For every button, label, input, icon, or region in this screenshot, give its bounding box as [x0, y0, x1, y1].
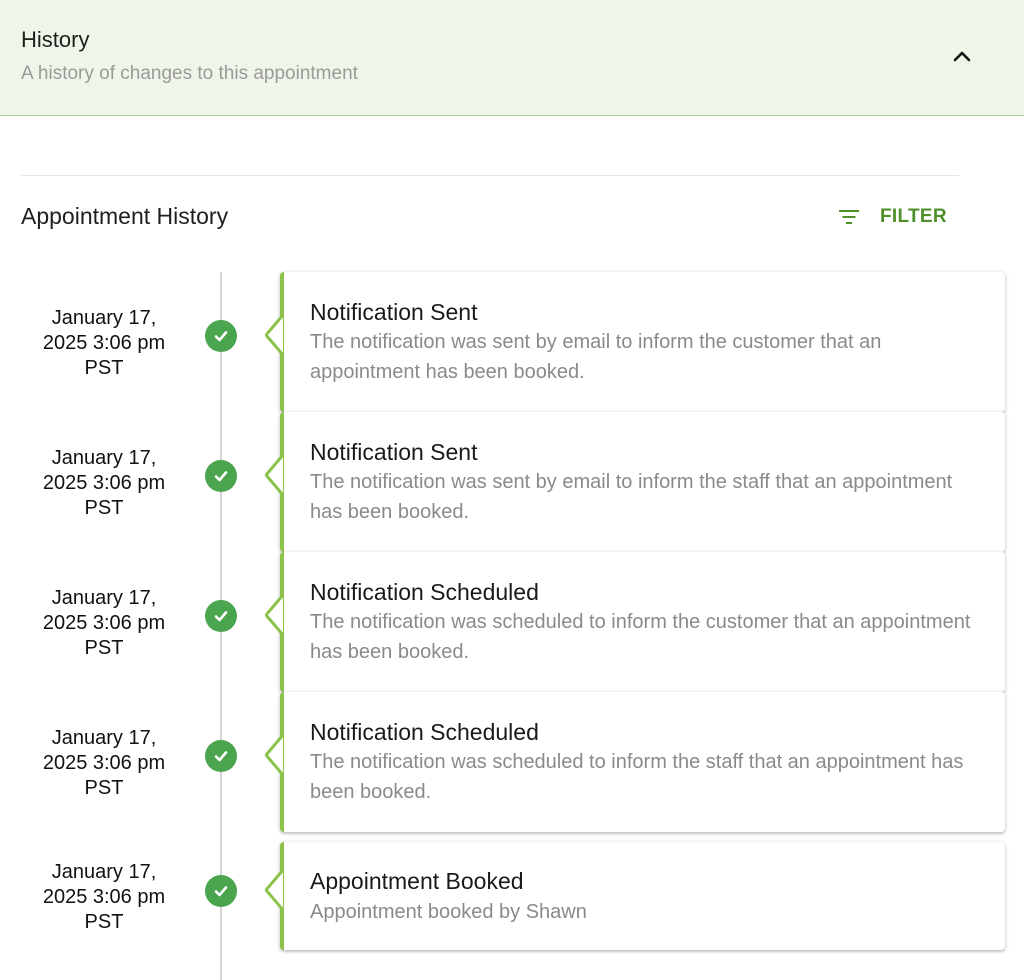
card-pointer: [265, 870, 283, 910]
card-title: Notification Scheduled: [310, 579, 539, 605]
history-subtitle: A history of changes to this appointment: [21, 63, 358, 84]
filter-list-icon: [838, 202, 870, 232]
card-pointer: [265, 595, 283, 635]
history-panel-header[interactable]: History A history of changes to this app…: [0, 0, 1024, 116]
card-description: The notification was sent by email to in…: [310, 471, 953, 523]
filter-label: FILTER: [880, 206, 947, 227]
card-description: The notification was scheduled to inform…: [310, 751, 964, 803]
card-description: The notification was sent by email to in…: [310, 331, 882, 383]
history-card: Notification Scheduled The notification …: [265, 552, 1005, 692]
entry-date: January 17, 2025 3:06 pm PST: [42, 447, 166, 519]
check-circle-icon: [205, 875, 237, 907]
card-description: Appointment booked by Shawn: [310, 901, 587, 923]
card-title: Appointment Booked: [310, 868, 524, 894]
history-title: History: [21, 27, 90, 52]
card-title: Notification Scheduled: [310, 719, 539, 745]
appointment-history-heading: Appointment History: [21, 203, 229, 229]
history-card: Notification Sent The notification was s…: [265, 412, 1005, 552]
entry-date: January 17, 2025 3:06 pm PST: [42, 727, 166, 799]
card-description: The notification was scheduled to inform…: [310, 611, 971, 663]
check-circle-icon: [205, 740, 237, 772]
card-title: Notification Sent: [310, 439, 478, 465]
entry-date: January 17, 2025 3:06 pm PST: [42, 587, 166, 659]
check-circle-icon: [205, 600, 237, 632]
card-pointer: [265, 455, 283, 495]
card-pointer: [265, 315, 283, 355]
section-divider: [21, 175, 959, 176]
history-card: Notification Sent The notification was s…: [265, 272, 1005, 412]
check-circle-icon: [205, 460, 237, 492]
entry-date: January 17, 2025 3:06 pm PST: [42, 307, 166, 379]
card-pointer: [265, 735, 283, 775]
filter-button[interactable]: FILTER: [838, 202, 947, 232]
card-title: Notification Sent: [310, 299, 478, 325]
history-card: Notification Scheduled The notification …: [265, 692, 1005, 832]
check-circle-icon: [205, 320, 237, 352]
history-card: Appointment Booked Appointment booked by…: [265, 842, 1005, 950]
entry-date: January 17, 2025 3:06 pm PST: [42, 861, 166, 933]
collapse-button[interactable]: [946, 40, 978, 72]
chevron-up-icon: [953, 51, 971, 62]
